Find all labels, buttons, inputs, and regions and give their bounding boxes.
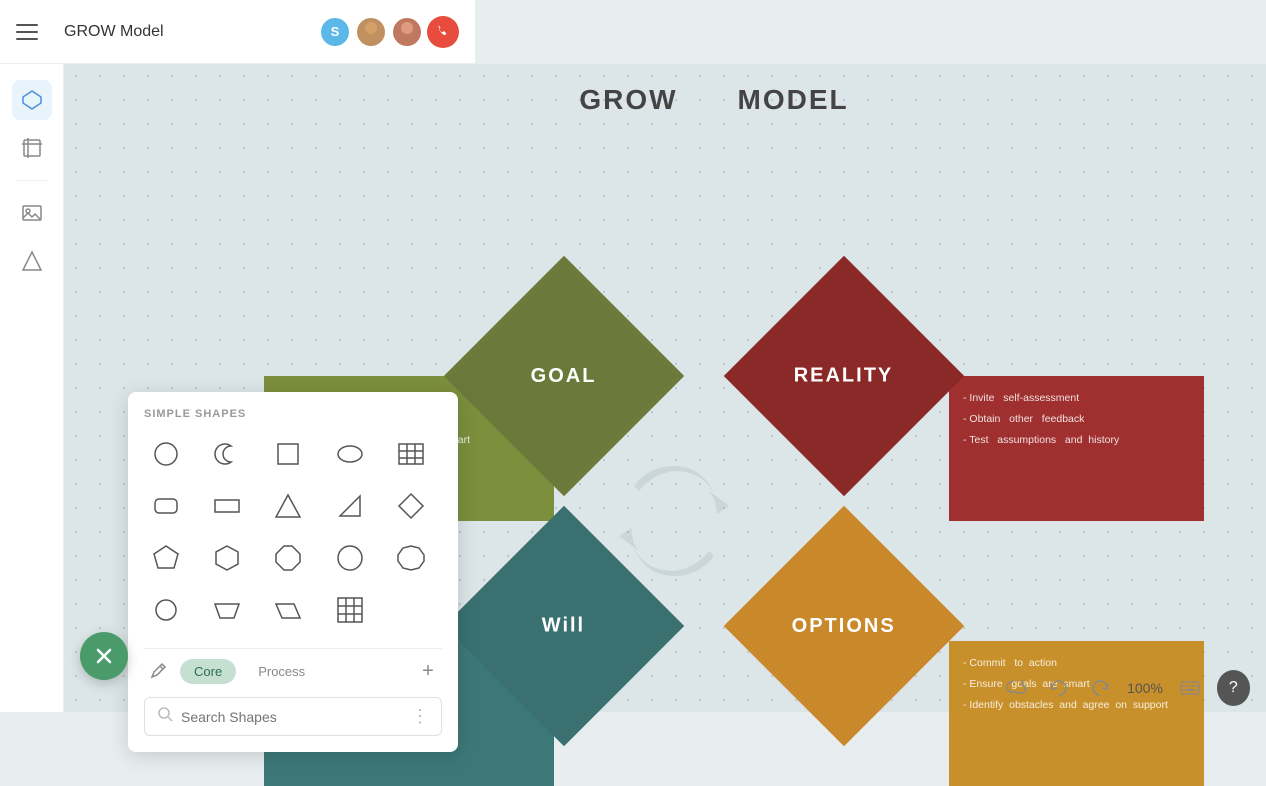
shape-pentagon[interactable] <box>144 536 188 580</box>
shape-trapezoid[interactable] <box>205 588 249 632</box>
search-input[interactable] <box>181 709 403 725</box>
reality-text: - Invite self-assessment - Obtain other … <box>949 376 1204 463</box>
collaborators: S <box>319 16 459 48</box>
tab-core[interactable]: Core <box>180 659 236 684</box>
shape-decagon[interactable] <box>389 536 433 580</box>
cloud-button[interactable] <box>1002 672 1032 704</box>
reality-diamond: REALITY <box>724 256 964 496</box>
menu-button[interactable] <box>16 16 48 48</box>
shape-table[interactable] <box>389 432 433 476</box>
diagram-title: GROW MODEL <box>164 84 1264 116</box>
shape-ellipse[interactable] <box>328 432 372 476</box>
toolbar-crop[interactable] <box>12 128 52 168</box>
shape-parallelogram[interactable] <box>266 588 310 632</box>
shape-octagon[interactable] <box>266 536 310 580</box>
search-bar: ⋮ <box>144 697 442 736</box>
shape-triangle[interactable] <box>266 484 310 528</box>
header: GROW Model S <box>0 0 475 64</box>
document-title: GROW Model <box>64 23 319 41</box>
fab-close[interactable] <box>80 632 128 680</box>
tab-process[interactable]: Process <box>244 659 319 684</box>
options-textbox: - Commit to action - Ensure goals are sm… <box>949 641 1204 786</box>
undo-button[interactable] <box>1044 672 1074 704</box>
avatar-user1[interactable] <box>355 16 387 48</box>
options-label: OPTIONS <box>792 614 896 637</box>
shape-hexagon[interactable] <box>205 536 249 580</box>
shapes-tabs: Core Process + <box>144 648 442 685</box>
phone-button[interactable] <box>427 16 459 48</box>
shape-grid[interactable] <box>328 588 372 632</box>
pencil-icon[interactable] <box>144 657 172 685</box>
zoom-level: 100% <box>1127 680 1163 696</box>
shapes-panel: SIMPLE SHAPES <box>128 392 458 752</box>
avatar-user2[interactable] <box>391 16 423 48</box>
shape-circle-lg[interactable] <box>328 536 372 580</box>
options-diamond: OPTIONS <box>724 506 964 746</box>
toolbar-image[interactable] <box>12 193 52 233</box>
shape-circle-sm[interactable] <box>144 588 188 632</box>
canvas[interactable]: GROW MODEL - Agree on objectives of sess… <box>64 64 1266 712</box>
toolbar-shapes[interactable] <box>12 80 52 120</box>
shape-square[interactable] <box>266 432 310 476</box>
left-toolbar <box>0 64 64 712</box>
help-button[interactable]: ? <box>1217 670 1250 706</box>
add-tab-button[interactable]: + <box>414 657 442 685</box>
toolbar-diagram[interactable] <box>12 241 52 281</box>
shape-moon[interactable] <box>205 432 249 476</box>
goal-label: GOAL <box>531 365 597 388</box>
keyboard-button[interactable] <box>1175 672 1205 704</box>
title-model: MODEL <box>738 84 849 116</box>
redo-button[interactable] <box>1085 672 1115 704</box>
shape-diamond[interactable] <box>389 484 433 528</box>
title-grow: GROW <box>579 84 677 116</box>
search-icon <box>157 706 173 727</box>
shape-rect-outline[interactable] <box>205 484 249 528</box>
shapes-grid <box>144 432 442 632</box>
shape-circle[interactable] <box>144 432 188 476</box>
reality-textbox: - Invite self-assessment - Obtain other … <box>949 376 1204 521</box>
bottom-bar: 100% ? <box>986 664 1266 712</box>
avatar-s[interactable]: S <box>319 16 351 48</box>
shape-rounded-rect[interactable] <box>144 484 188 528</box>
toolbar-divider <box>16 180 48 181</box>
shapes-section-title: SIMPLE SHAPES <box>144 408 442 420</box>
will-label: Will <box>542 615 585 638</box>
cycle-arrows-svg <box>609 456 739 586</box>
shape-right-triangle[interactable] <box>328 484 372 528</box>
search-more-button[interactable]: ⋮ <box>411 706 429 727</box>
reality-label: REALITY <box>794 365 894 388</box>
